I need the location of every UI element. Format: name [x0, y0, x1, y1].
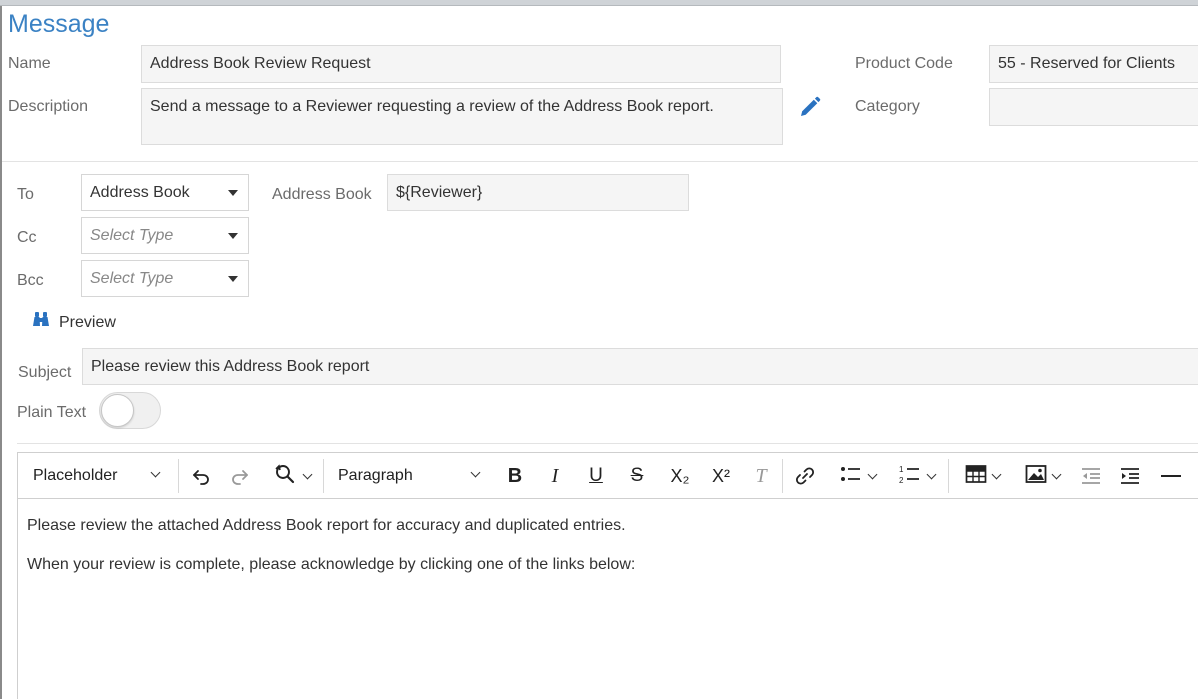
caret-down-icon: [228, 189, 238, 196]
plain-text-label: Plain Text: [17, 404, 87, 421]
table-icon: [965, 464, 987, 489]
to-select[interactable]: Address Book: [81, 174, 249, 211]
section-divider: [2, 161, 1198, 162]
preview-button[interactable]: Preview: [32, 312, 116, 333]
chevron-down-icon: [867, 469, 877, 479]
chevron-down-icon: [302, 469, 313, 479]
outdent-icon[interactable]: [1077, 453, 1105, 499]
description-label: Description: [8, 98, 89, 115]
image-icon: [1025, 464, 1047, 489]
italic-icon[interactable]: I: [541, 453, 569, 499]
page-title: Message: [8, 10, 110, 38]
chevron-down-icon: [470, 467, 481, 478]
bcc-select[interactable]: Select Type: [81, 260, 249, 297]
caret-down-icon: [228, 275, 238, 282]
toolbar-separator: [178, 459, 179, 493]
chevron-down-icon: [1051, 469, 1061, 479]
binoculars-icon: [32, 312, 50, 333]
pencil-icon[interactable]: [798, 95, 822, 119]
subject-field[interactable]: Please review this Address Book report: [82, 348, 1198, 385]
category-label: Category: [855, 98, 920, 115]
rich-text-editor[interactable]: Placeholder Paragraph B I U S X₂ X² T 1 …: [17, 452, 1198, 699]
category-field[interactable]: [989, 88, 1198, 126]
svg-text:2: 2: [899, 476, 904, 485]
address-book-label: Address Book: [272, 186, 372, 203]
address-book-field[interactable]: ${Reviewer}: [387, 174, 689, 211]
superscript-icon[interactable]: X²: [704, 453, 738, 499]
product-code-field[interactable]: 55 - Reserved for Clients: [989, 45, 1198, 83]
window-left-border: [0, 6, 2, 699]
name-field[interactable]: Address Book Review Request: [141, 45, 781, 83]
numbered-list-dropdown[interactable]: 12: [892, 453, 940, 499]
cc-label: Cc: [17, 229, 37, 246]
bulleted-list-dropdown[interactable]: [833, 453, 881, 499]
image-dropdown[interactable]: [1018, 453, 1066, 499]
to-label: To: [17, 186, 34, 203]
preview-label: Preview: [59, 313, 116, 331]
bulleted-list-icon: [839, 463, 863, 490]
plain-text-toggle[interactable]: [99, 392, 161, 429]
cc-select[interactable]: Select Type: [81, 217, 249, 254]
svg-text:1: 1: [899, 465, 904, 474]
window-top-border: [0, 0, 1198, 6]
chevron-down-icon: [926, 469, 936, 479]
toolbar-separator: [323, 459, 324, 493]
to-select-value: Address Book: [90, 183, 190, 201]
link-icon[interactable]: [791, 453, 819, 499]
toolbar-separator: [782, 459, 783, 493]
chevron-down-icon: [991, 469, 1001, 479]
subscript-icon[interactable]: X₂: [663, 453, 697, 499]
clear-format-icon[interactable]: T: [747, 453, 775, 499]
description-field[interactable]: Send a message to a Reviewer requesting …: [141, 88, 783, 145]
subject-label: Subject: [18, 364, 72, 381]
find-replace-icon: [273, 463, 297, 490]
find-replace-dropdown[interactable]: [268, 453, 316, 499]
bcc-label: Bcc: [17, 272, 44, 289]
undo-icon[interactable]: [187, 453, 215, 499]
product-code-label: Product Code: [855, 55, 953, 72]
toolbar-separator: [948, 459, 949, 493]
editor-toolbar: Placeholder Paragraph B I U S X₂ X² T 1 …: [18, 453, 1198, 499]
numbered-list-icon: 12: [898, 463, 922, 490]
paragraph-dropdown-label: Paragraph: [338, 467, 413, 484]
indent-icon[interactable]: [1116, 453, 1144, 499]
cc-select-placeholder: Select Type: [90, 226, 174, 244]
editor-paragraph: When your review is complete, please ack…: [27, 556, 636, 573]
table-dropdown[interactable]: [958, 453, 1006, 499]
underline-icon[interactable]: U: [582, 453, 610, 499]
caret-down-icon: [228, 232, 238, 239]
toggle-knob: [101, 394, 134, 427]
paragraph-dropdown[interactable]: Paragraph: [338, 453, 488, 499]
strikethrough-icon[interactable]: S: [623, 453, 651, 499]
redo-icon[interactable]: [226, 453, 254, 499]
editor-divider: [17, 443, 1198, 444]
placeholder-dropdown-label: Placeholder: [33, 467, 118, 484]
bold-icon[interactable]: B: [501, 453, 529, 499]
placeholder-dropdown[interactable]: Placeholder: [33, 453, 183, 499]
horizontal-line-icon[interactable]: [1157, 453, 1185, 499]
bcc-select-placeholder: Select Type: [90, 269, 174, 287]
chevron-down-icon: [150, 467, 161, 478]
editor-content[interactable]: Please review the attached Address Book …: [27, 517, 635, 595]
editor-paragraph: Please review the attached Address Book …: [27, 517, 626, 534]
name-label: Name: [8, 55, 51, 72]
